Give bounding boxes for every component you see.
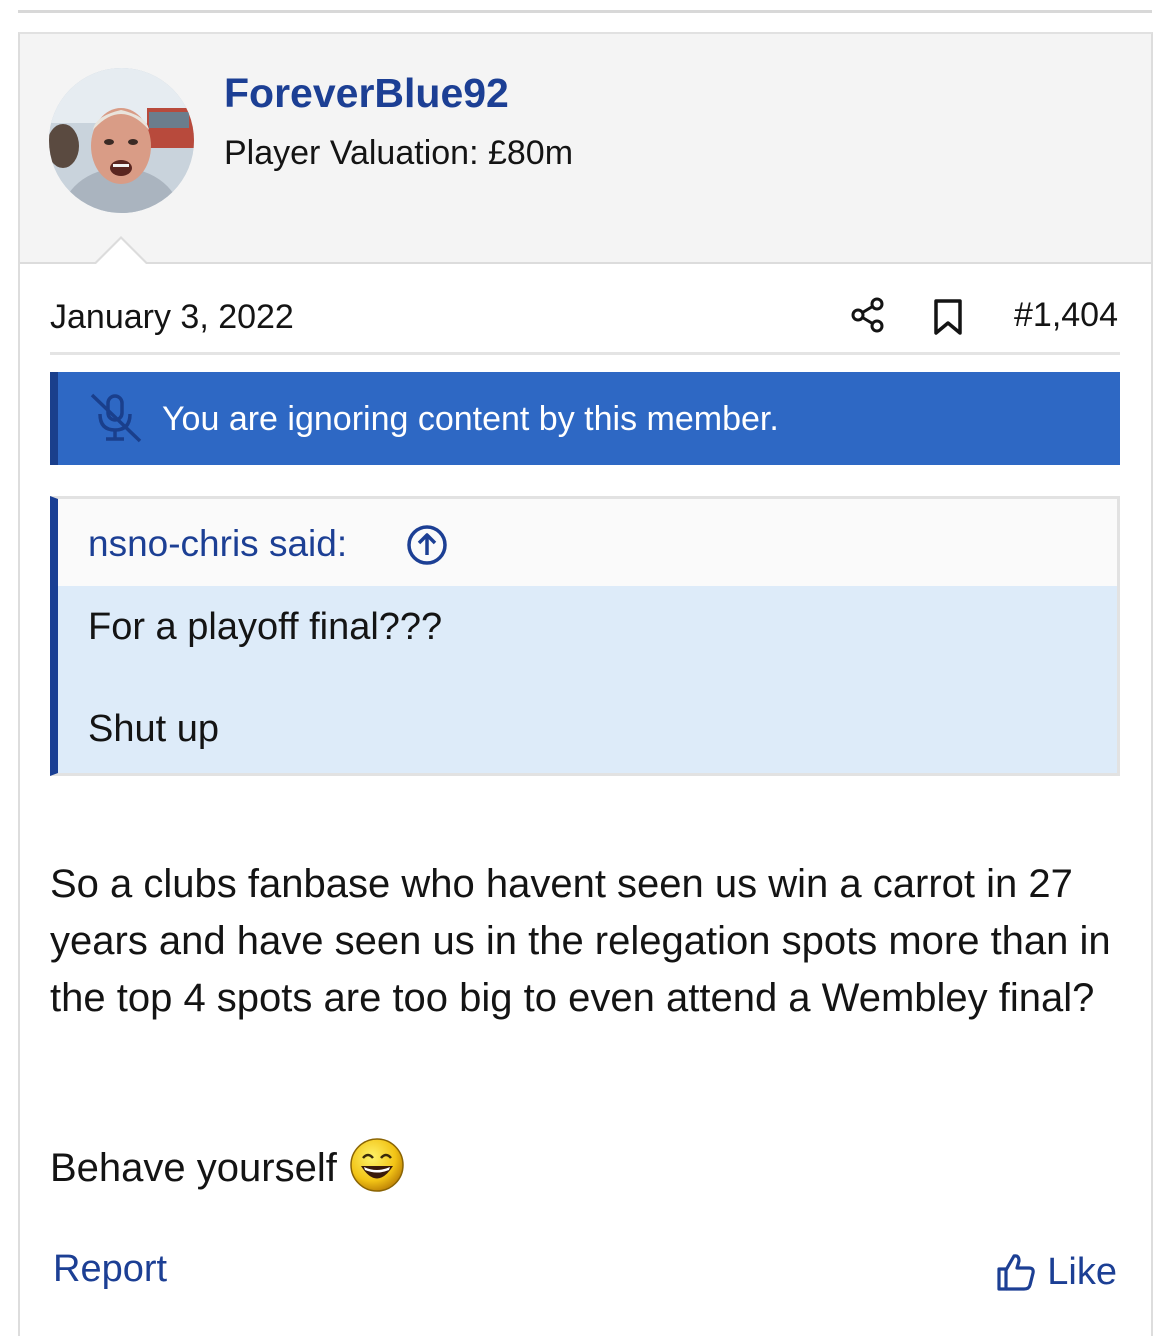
post-date[interactable]: January 3, 2022: [50, 298, 294, 337]
like-label: Like: [1047, 1250, 1117, 1293]
top-divider: [18, 10, 1152, 13]
thumbs-up-icon: [995, 1251, 1037, 1293]
post-paragraph-text: Behave yourself: [50, 1146, 337, 1190]
microphone-slash-icon: [86, 392, 146, 444]
quote-author[interactable]: nsno-chris said:: [88, 523, 347, 565]
post-paragraph: So a clubs fanbase who havent seen us wi…: [50, 862, 1111, 1020]
user-title: Player Valuation: £80m: [224, 134, 574, 172]
post-number-link[interactable]: #1,404: [1014, 296, 1118, 335]
post-body-text: So a clubs fanbase who havent seen us wi…: [50, 856, 1130, 1027]
arrow-up-circle-icon[interactable]: [406, 524, 448, 566]
quote-header: nsno-chris said:: [58, 499, 1117, 586]
ignore-notice-banner[interactable]: You are ignoring content by this member.: [50, 372, 1120, 465]
post-meta-row: January 3, 2022 #1,404: [50, 296, 1120, 355]
laughing-emoji-icon: [349, 1137, 405, 1193]
username[interactable]: ForeverBlue92: [224, 70, 509, 117]
user-header: ForeverBlue92 Player Valuation: £80m: [20, 34, 1151, 265]
report-link[interactable]: Report: [53, 1248, 167, 1291]
quote-line: Shut up: [88, 708, 219, 750]
header-pointer: [93, 236, 149, 265]
bookmark-icon[interactable]: [932, 298, 964, 336]
share-icon[interactable]: [850, 296, 886, 334]
quote-line: For a playoff final???: [88, 606, 443, 648]
quote-body: For a playoff final??? Shut up: [58, 586, 1117, 773]
post-card: ForeverBlue92 Player Valuation: £80m Jan…: [18, 32, 1153, 1336]
like-button[interactable]: Like: [995, 1248, 1117, 1296]
avatar[interactable]: [49, 68, 194, 213]
post-paragraph-2: Behave yourself: [50, 1138, 405, 1193]
ignore-notice-text: You are ignoring content by this member.: [162, 400, 779, 438]
forum-post-page: ForeverBlue92 Player Valuation: £80m Jan…: [0, 0, 1170, 1336]
quote-block: nsno-chris said: For a playoff final??? …: [50, 496, 1120, 776]
